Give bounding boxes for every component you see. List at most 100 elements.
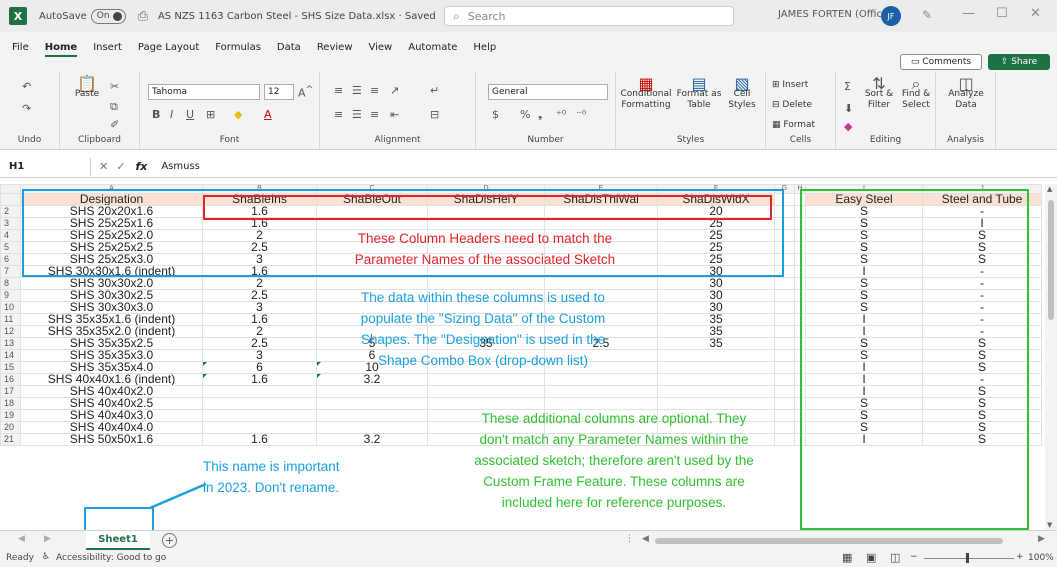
italic-icon[interactable]: I — [170, 108, 173, 121]
borders-icon[interactable]: ⊞ — [206, 108, 215, 121]
scroll-right-icon[interactable]: ▶ — [1038, 534, 1045, 544]
cell[interactable]: SHS 25x25x2.0 — [20, 229, 203, 242]
column-header[interactable]: ShaDisWidX — [657, 193, 775, 206]
empty-cell[interactable] — [794, 301, 806, 314]
column-header[interactable]: Easy Steel — [805, 193, 923, 206]
cell[interactable]: - — [922, 301, 1042, 314]
cell[interactable]: 35 — [657, 325, 775, 338]
cell[interactable]: 1.6 — [202, 433, 317, 446]
empty-cell[interactable] — [774, 361, 795, 374]
empty-cell[interactable] — [774, 229, 795, 242]
number-format-select[interactable]: General — [488, 84, 608, 100]
orientation-icon[interactable]: ↗ — [390, 84, 399, 97]
column-letter[interactable]: J — [922, 184, 1042, 194]
empty-cell[interactable] — [774, 349, 795, 362]
empty-cell[interactable] — [774, 241, 795, 254]
cell[interactable] — [202, 397, 317, 410]
cell[interactable]: SHS 30x30x3.0 — [20, 301, 203, 314]
close-icon[interactable]: ✕ — [1030, 6, 1041, 21]
cell[interactable]: - — [922, 373, 1042, 386]
row-number[interactable]: 9 — [0, 289, 21, 302]
column-letter[interactable]: G — [774, 184, 795, 194]
empty-cell[interactable] — [794, 193, 806, 206]
cell[interactable]: SHS 25x25x3.0 — [20, 253, 203, 266]
cell[interactable]: 25 — [657, 241, 775, 254]
find-select-button[interactable]: ⌕ Find & Select — [898, 76, 934, 111]
cell[interactable]: 2 — [202, 277, 317, 290]
tab-help[interactable]: Help — [465, 42, 504, 53]
cell[interactable]: 1.6 — [202, 217, 317, 230]
cell[interactable]: SHS 40x40x1.6 (indent) — [20, 373, 203, 386]
column-header[interactable]: ShaDisHeiY — [427, 193, 545, 206]
save-icon[interactable]: ⎙ — [138, 9, 148, 24]
horizontal-scroll-thumb[interactable] — [655, 538, 1003, 544]
cell[interactable] — [427, 385, 545, 398]
formula-input[interactable]: Asmuss — [161, 161, 200, 172]
cell[interactable]: 2.5 — [202, 241, 317, 254]
cell[interactable]: - — [922, 265, 1042, 278]
empty-cell[interactable] — [794, 349, 806, 362]
cell[interactable]: 25 — [657, 229, 775, 242]
cell[interactable]: SHS 25x25x2.5 — [20, 241, 203, 254]
cell[interactable]: S — [922, 349, 1042, 362]
scroll-up-icon[interactable]: ▲ — [1047, 185, 1052, 193]
cell[interactable]: - — [922, 313, 1042, 326]
column-letter[interactable]: A — [20, 184, 203, 194]
empty-cell[interactable] — [794, 265, 806, 278]
sheet-tab-sheet1[interactable]: Sheet1 — [86, 531, 150, 550]
cancel-icon[interactable]: ✕ — [99, 160, 108, 173]
insert-cells-button[interactable]: ⊞ Insert — [772, 80, 808, 91]
cell[interactable]: 20 — [657, 205, 775, 218]
font-name-select[interactable]: Tahoma — [148, 84, 260, 100]
cell[interactable]: I — [805, 325, 923, 338]
cell[interactable]: 3 — [202, 253, 317, 266]
cell[interactable]: - — [922, 289, 1042, 302]
cell[interactable] — [316, 421, 428, 434]
row-number[interactable] — [0, 193, 21, 206]
empty-cell[interactable] — [794, 361, 806, 374]
cell[interactable]: SHS 30x30x2.5 — [20, 289, 203, 302]
empty-cell[interactable] — [794, 313, 806, 326]
percent-icon[interactable]: % — [520, 108, 530, 121]
cell[interactable]: S — [922, 361, 1042, 374]
empty-cell[interactable] — [774, 373, 795, 386]
row-number[interactable]: 7 — [0, 265, 21, 278]
cell[interactable]: 3.2 — [316, 433, 428, 446]
zoom-in-icon[interactable]: + — [1016, 552, 1024, 562]
empty-cell[interactable] — [774, 205, 795, 218]
empty-cell[interactable] — [774, 193, 795, 206]
scroll-tabs-left-icon[interactable]: ◀ — [18, 534, 25, 544]
cell[interactable]: S — [922, 397, 1042, 410]
row-number[interactable]: 20 — [0, 421, 21, 434]
cell[interactable]: S — [805, 241, 923, 254]
row-number[interactable]: 6 — [0, 253, 21, 266]
align-right-icon[interactable]: ≡ — [370, 108, 379, 121]
normal-view-icon[interactable]: ▦ — [842, 551, 852, 564]
tab-file[interactable]: File — [4, 42, 37, 53]
cell[interactable]: SHS 35x35x4.0 — [20, 361, 203, 374]
undo-icon[interactable]: ↶ — [22, 80, 31, 93]
cell[interactable]: I — [805, 385, 923, 398]
cell[interactable]: SHS 35x35x2.0 (indent) — [20, 325, 203, 338]
cell[interactable]: - — [922, 205, 1042, 218]
cell[interactable]: SHS 50x50x1.6 — [20, 433, 203, 446]
cell[interactable] — [427, 373, 545, 386]
column-letter[interactable]: D — [427, 184, 545, 194]
cell[interactable]: 3 — [202, 349, 317, 362]
currency-icon[interactable]: $ — [492, 108, 499, 121]
cell[interactable] — [427, 205, 545, 218]
row-number[interactable]: 5 — [0, 241, 21, 254]
cell[interactable]: SHS 35x35x2.5 — [20, 337, 203, 350]
format-as-table-button[interactable]: ▤ Format as Table — [676, 76, 722, 111]
cell[interactable]: SHS 35x35x3.0 — [20, 349, 203, 362]
wrap-text-icon[interactable]: ↵ — [430, 84, 439, 97]
delete-cells-button[interactable]: ⊟ Delete — [772, 100, 812, 111]
cell[interactable] — [657, 361, 775, 374]
conditional-formatting-button[interactable]: ▦ Conditional Formatting — [618, 76, 674, 111]
document-title[interactable]: AS NZS 1163 Carbon Steel - SHS Size Data… — [158, 11, 436, 22]
column-letter[interactable]: H — [794, 184, 806, 194]
empty-cell[interactable] — [774, 277, 795, 290]
cell[interactable]: S — [805, 289, 923, 302]
format-cells-button[interactable]: ▦ Format — [772, 120, 815, 131]
empty-cell[interactable] — [774, 253, 795, 266]
